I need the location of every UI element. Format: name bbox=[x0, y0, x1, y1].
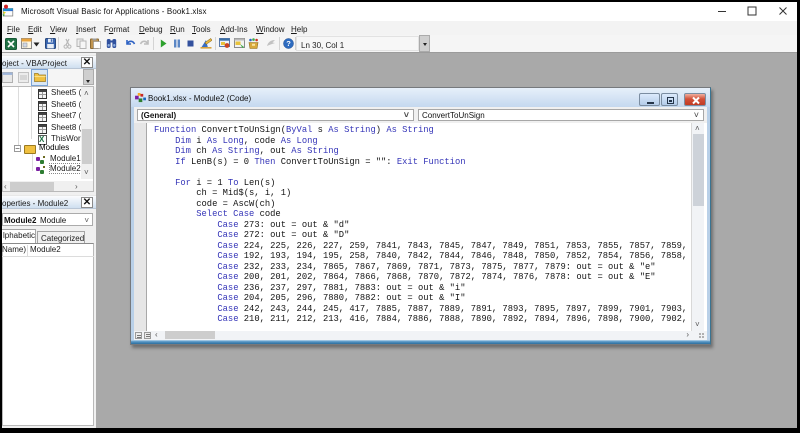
svg-text:?: ? bbox=[286, 39, 291, 48]
